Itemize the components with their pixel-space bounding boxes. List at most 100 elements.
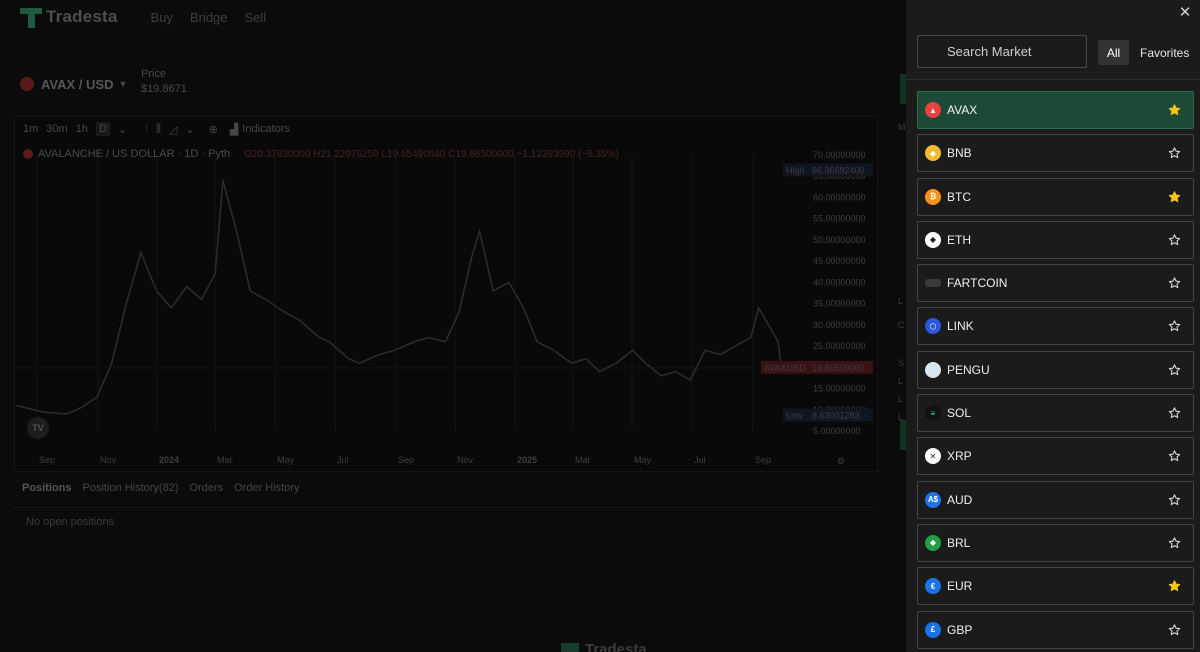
market-symbol: BNB <box>947 146 972 161</box>
nav-sell[interactable]: Sell <box>245 10 267 25</box>
market-symbol: BRL <box>947 535 971 550</box>
price-point <box>125 302 128 305</box>
price-point <box>41 411 44 413</box>
price-point <box>428 336 430 339</box>
price-point <box>631 349 634 352</box>
star-outline-icon[interactable] <box>1168 277 1181 290</box>
market-item-brl[interactable]: ◆ BRL <box>917 523 1194 562</box>
price-point <box>522 307 525 309</box>
price-point <box>444 341 447 343</box>
star-outline-icon[interactable] <box>1168 233 1181 246</box>
price-point <box>265 298 267 301</box>
filter-all-button[interactable]: All <box>1098 40 1129 65</box>
chevron-down-icon: ▼ <box>118 79 128 89</box>
positions-area <box>14 507 878 539</box>
high-label: High <box>786 165 805 175</box>
price-point <box>704 349 706 352</box>
tab-order-history[interactable]: Order History <box>234 482 299 494</box>
price-point <box>492 290 495 292</box>
market-item-bnb[interactable]: ◆ BNB <box>917 134 1194 173</box>
tab-orders[interactable]: Orders <box>190 482 224 494</box>
side-letter: S <box>898 358 905 368</box>
timeframe-chevron-icon[interactable]: ⌄ <box>118 123 127 136</box>
tab-position-history[interactable]: Position History(82) <box>83 482 179 494</box>
star-filled-icon[interactable] <box>1168 104 1181 117</box>
search-market-box[interactable] <box>917 35 1087 68</box>
star-outline-icon[interactable] <box>1168 493 1181 506</box>
aud-icon: A$ <box>925 491 941 508</box>
pair-label: AVAX / USD <box>41 76 114 92</box>
add-indicator-icon[interactable]: ⊕ <box>209 123 218 136</box>
timeframe-1m[interactable]: 1m <box>23 123 38 135</box>
indicators-button[interactable]: Indicators <box>242 123 290 135</box>
empty-positions-message: No open positions <box>26 516 115 528</box>
style-chevron-icon[interactable]: ⌄ <box>185 123 194 136</box>
price-point <box>413 341 415 343</box>
star-outline-icon[interactable] <box>1168 363 1181 376</box>
x-tick-label: Sep <box>39 455 55 465</box>
star-filled-icon[interactable] <box>1168 580 1181 593</box>
fartcoin-icon <box>925 279 941 288</box>
star-filled-icon[interactable] <box>1168 190 1181 203</box>
market-item-gbp[interactable]: £ GBP <box>917 610 1194 649</box>
side-letter: M <box>898 122 906 132</box>
market-item-pengu[interactable]: PENGU <box>917 350 1194 389</box>
timeframe-1h[interactable]: 1h <box>76 123 88 135</box>
area-style-icon[interactable]: ◿ <box>169 123 177 136</box>
market-item-sol[interactable]: ≡ SOL <box>917 394 1194 433</box>
candle-style-icon[interactable]: ⫼ <box>156 123 161 136</box>
y-tick-label: 55.00000000 <box>813 214 866 224</box>
bar-style-icon[interactable]: ⫶ <box>145 123 148 136</box>
price-point <box>200 298 203 301</box>
tab-positions[interactable]: Positions <box>22 482 72 494</box>
price-point <box>140 251 142 254</box>
market-item-link[interactable]: ⬡ LINK <box>917 307 1194 346</box>
tradingview-logo-icon[interactable]: TV <box>27 417 49 439</box>
chart-settings-icon[interactable]: ⚙ <box>837 456 845 466</box>
market-item-fartcoin[interactable]: FARTCOIN <box>917 264 1194 303</box>
market-item-btc[interactable]: ₿ BTC <box>917 177 1194 216</box>
star-outline-icon[interactable] <box>1168 407 1181 420</box>
y-tick-label: 25.00000000 <box>813 341 866 351</box>
x-tick-label: Jul <box>337 455 349 465</box>
y-tick-label: 5.00000000 <box>813 426 861 436</box>
legend-avax-icon <box>23 149 33 159</box>
x-tick-label: Mar <box>575 455 591 465</box>
market-item-eur[interactable]: € EUR <box>917 567 1194 606</box>
legend-ohlc: O20.37630000 H21.22976250 L19.65490640 C… <box>244 148 619 160</box>
market-item-aud[interactable]: A$ AUD <box>917 480 1194 519</box>
filter-favorites-button[interactable]: Favorites <box>1140 40 1189 65</box>
close-icon[interactable]: ✕ <box>1176 3 1194 21</box>
nav-bridge[interactable]: Bridge <box>190 10 228 25</box>
star-outline-icon[interactable] <box>1168 536 1181 549</box>
market-item-avax[interactable]: ▲ AVAX <box>917 91 1194 129</box>
side-letter: L <box>898 296 904 306</box>
x-tick-label: Sep <box>755 455 771 465</box>
avax-icon: ▲ <box>925 102 941 118</box>
star-outline-icon[interactable] <box>1168 450 1181 463</box>
indicators-icon[interactable]: ▟ <box>230 123 238 136</box>
sol-icon: ≡ <box>925 405 941 422</box>
price-chart[interactable]: 5.0000000010.0000000015.0000000020.00000… <box>15 141 877 471</box>
market-item-xrp[interactable]: ✕ XRP <box>917 437 1194 476</box>
pair-selector[interactable]: AVAX / USD ▼ <box>20 68 127 100</box>
price-point <box>458 311 460 313</box>
nav-buy[interactable]: Buy <box>151 10 173 25</box>
eth-icon: ◆ <box>925 231 941 248</box>
star-outline-icon[interactable] <box>1168 320 1181 333</box>
price-point <box>393 349 396 352</box>
search-market-input[interactable] <box>918 36 1086 67</box>
current-price-symbol: AVAXUSD <box>764 363 806 373</box>
star-outline-icon[interactable] <box>1168 623 1181 636</box>
star-outline-icon[interactable] <box>1168 147 1181 160</box>
price-point <box>214 273 216 275</box>
brand-logo[interactable]: Tradesta <box>20 6 118 28</box>
timeframe-selected[interactable]: D <box>95 122 110 136</box>
price-point <box>80 406 83 409</box>
price-point <box>235 230 238 233</box>
price-point <box>155 290 158 292</box>
price-point <box>347 358 350 360</box>
timeframe-30m[interactable]: 30m <box>46 123 67 135</box>
market-item-eth[interactable]: ◆ ETH <box>917 220 1194 259</box>
price-point <box>185 285 188 288</box>
